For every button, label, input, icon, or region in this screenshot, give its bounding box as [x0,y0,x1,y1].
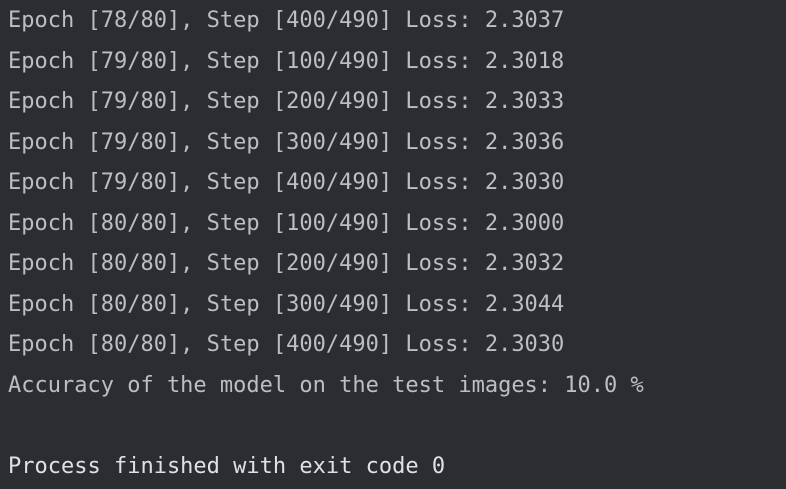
console-line: Epoch [80/80], Step [400/490] Loss: 2.30… [8,332,565,357]
console-line: Epoch [78/80], Step [400/490] Loss: 2.30… [8,8,565,33]
console-line: Epoch [79/80], Step [200/490] Loss: 2.30… [8,89,565,114]
console-line: Epoch [80/80], Step [100/490] Loss: 2.30… [8,211,565,236]
process-exit-message: Process finished with exit code 0 [8,454,446,479]
console-line: Epoch [79/80], Step [400/490] Loss: 2.30… [8,170,565,195]
console-line: Epoch [80/80], Step [300/490] Loss: 2.30… [8,292,565,317]
accuracy-line: Accuracy of the model on the test images… [8,373,644,398]
console-line: Epoch [80/80], Step [200/490] Loss: 2.30… [8,251,565,276]
console-line: Epoch [79/80], Step [300/490] Loss: 2.30… [8,130,565,155]
run-console-output[interactable]: Epoch [78/80], Step [400/490] Loss: 2.30… [0,0,786,489]
console-line: Epoch [79/80], Step [100/490] Loss: 2.30… [8,49,565,74]
